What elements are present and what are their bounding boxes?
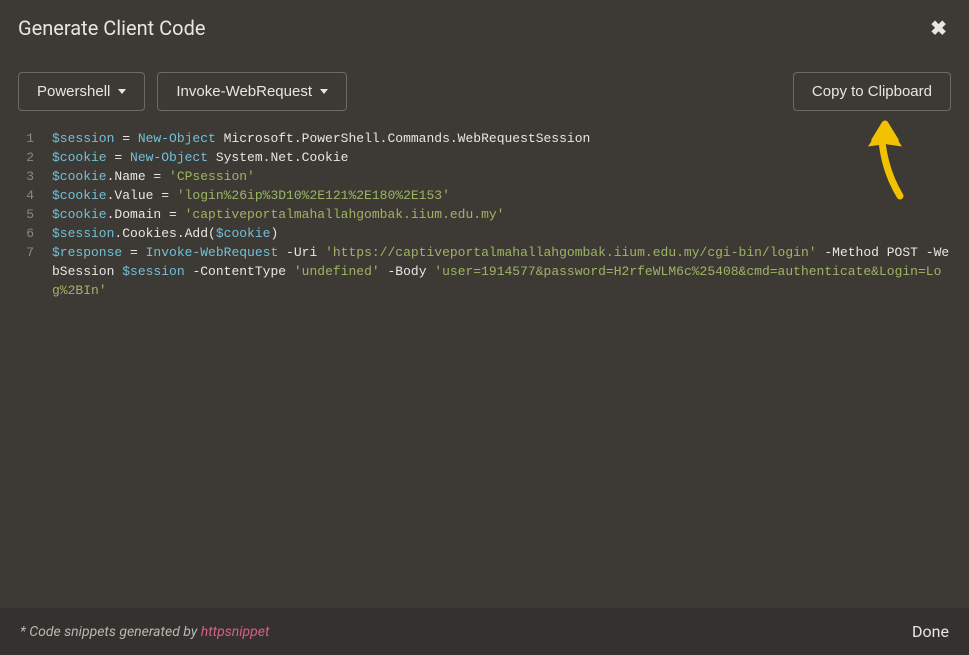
footer-prefix: * Code snippets generated by bbox=[20, 624, 201, 640]
toolbar-left: Powershell Invoke-WebRequest bbox=[18, 72, 347, 111]
variant-dropdown[interactable]: Invoke-WebRequest bbox=[157, 72, 347, 111]
copy-label: Copy to Clipboard bbox=[812, 83, 932, 100]
code-snippet[interactable]: 1$session = New-Object Microsoft.PowerSh… bbox=[0, 121, 969, 300]
close-icon[interactable]: ✖ bbox=[930, 16, 947, 40]
code-line: 4$cookie.Value = 'login%26ip%3D10%2E121%… bbox=[18, 186, 951, 205]
chevron-down-icon bbox=[118, 89, 126, 94]
code-line: 6$session.Cookies.Add($cookie) bbox=[18, 224, 951, 243]
code-line: 5$cookie.Domain = 'captiveportalmahallah… bbox=[18, 205, 951, 224]
code-content: $cookie = New-Object System.Net.Cookie bbox=[52, 148, 951, 167]
line-number: 6 bbox=[18, 224, 52, 243]
code-content: $cookie.Value = 'login%26ip%3D10%2E121%2… bbox=[52, 186, 951, 205]
dialog-title: Generate Client Code bbox=[18, 16, 205, 40]
code-line: 3$cookie.Name = 'CPsession' bbox=[18, 167, 951, 186]
httpsnippet-link[interactable]: httpsnippet bbox=[201, 624, 270, 640]
toolbar: Powershell Invoke-WebRequest Copy to Cli… bbox=[0, 54, 969, 121]
code-line: 1$session = New-Object Microsoft.PowerSh… bbox=[18, 129, 951, 148]
language-label: Powershell bbox=[37, 83, 110, 100]
chevron-down-icon bbox=[320, 89, 328, 94]
dialog-footer: * Code snippets generated by httpsnippet… bbox=[0, 608, 969, 655]
language-dropdown[interactable]: Powershell bbox=[18, 72, 145, 111]
code-content: $response = Invoke-WebRequest -Uri 'http… bbox=[52, 243, 951, 300]
dialog-header: Generate Client Code ✖ bbox=[0, 0, 969, 54]
code-content: $cookie.Domain = 'captiveportalmahallahg… bbox=[52, 205, 951, 224]
done-button[interactable]: Done bbox=[912, 622, 949, 641]
code-line: 7$response = Invoke-WebRequest -Uri 'htt… bbox=[18, 243, 951, 300]
line-number: 3 bbox=[18, 167, 52, 186]
footer-credit: * Code snippets generated by httpsnippet bbox=[20, 624, 269, 640]
code-content: $cookie.Name = 'CPsession' bbox=[52, 167, 951, 186]
line-number: 2 bbox=[18, 148, 52, 167]
copy-button[interactable]: Copy to Clipboard bbox=[793, 72, 951, 111]
variant-label: Invoke-WebRequest bbox=[176, 83, 312, 100]
code-content: $session = New-Object Microsoft.PowerShe… bbox=[52, 129, 951, 148]
code-content: $session.Cookies.Add($cookie) bbox=[52, 224, 951, 243]
line-number: 1 bbox=[18, 129, 52, 148]
line-number: 4 bbox=[18, 186, 52, 205]
line-number: 7 bbox=[18, 243, 52, 300]
code-line: 2$cookie = New-Object System.Net.Cookie bbox=[18, 148, 951, 167]
line-number: 5 bbox=[18, 205, 52, 224]
